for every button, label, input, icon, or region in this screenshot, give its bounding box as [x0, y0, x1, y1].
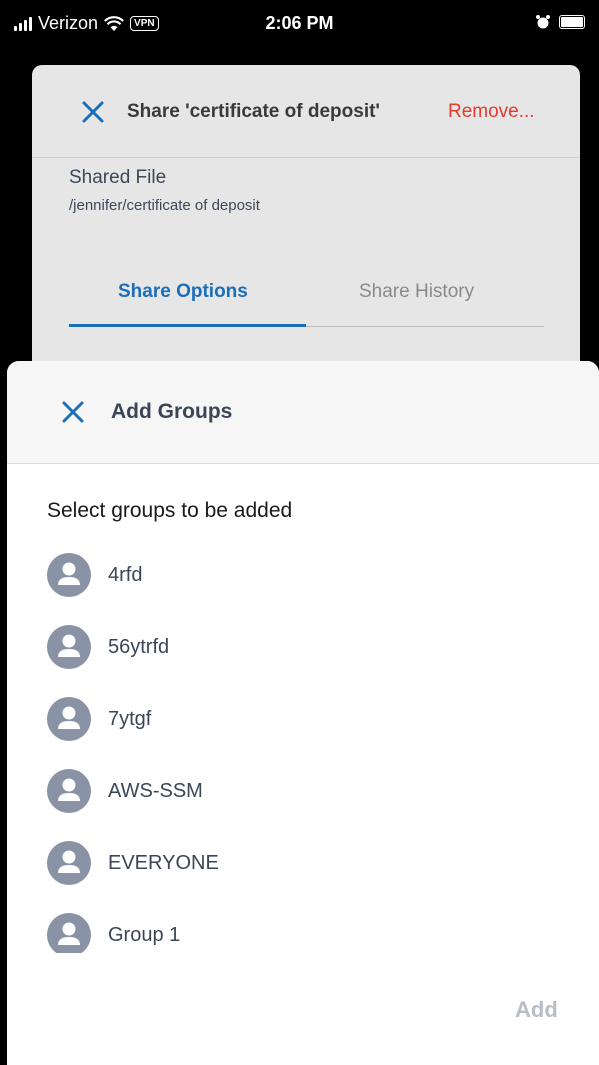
- group-item[interactable]: 56ytrfd: [47, 625, 567, 671]
- group-item[interactable]: Group 1: [47, 913, 567, 953]
- user-avatar-icon: [47, 625, 91, 669]
- group-name: Group 1: [108, 924, 181, 946]
- add-groups-header: Add Groups: [7, 361, 599, 464]
- share-tabs: Share Options Share History: [69, 271, 544, 327]
- group-item[interactable]: EVERYONE: [47, 841, 567, 887]
- remove-button[interactable]: Remove...: [448, 101, 535, 123]
- add-button[interactable]: Add: [515, 997, 558, 1023]
- user-avatar-icon: [47, 553, 91, 597]
- shared-file-path: /jennifer/certificate of deposit: [69, 197, 260, 214]
- alarm-icon: [536, 15, 550, 29]
- status-right: [535, 14, 585, 30]
- group-item[interactable]: 4rfd: [47, 553, 567, 599]
- share-dialog-header: Share 'certificate of deposit' Remove...: [32, 65, 580, 158]
- group-list: 4rfd 56ytrfd 7ytgf AWS-SSM EVERYONE Grou…: [47, 553, 567, 953]
- group-name: AWS-SSM: [108, 780, 203, 802]
- select-groups-prompt: Select groups to be added: [47, 499, 293, 522]
- group-name: EVERYONE: [108, 852, 219, 874]
- group-item[interactable]: 7ytgf: [47, 697, 567, 743]
- user-avatar-icon: [47, 697, 91, 741]
- status-time: 2:06 PM: [265, 13, 334, 33]
- close-icon[interactable]: [80, 99, 106, 125]
- group-name: 7ytgf: [108, 708, 152, 730]
- group-name: 56ytrfd: [108, 636, 170, 658]
- user-avatar-icon: [47, 913, 91, 953]
- group-name: 4rfd: [108, 564, 143, 586]
- share-dialog-title: Share 'certificate of deposit': [127, 101, 380, 122]
- add-groups-sheet: Add Groups Select groups to be added 4rf…: [7, 361, 599, 1065]
- user-avatar-icon: [47, 841, 91, 885]
- active-tab-indicator: [69, 324, 306, 327]
- tab-share-options[interactable]: Share Options: [118, 281, 248, 303]
- group-item[interactable]: AWS-SSM: [47, 769, 567, 815]
- add-groups-title: Add Groups: [111, 400, 233, 423]
- user-avatar-icon: [47, 769, 91, 813]
- close-icon[interactable]: [60, 399, 86, 425]
- shared-file-label: Shared File: [69, 167, 167, 188]
- status-bar: Verizon VPN 2:06 PM: [0, 0, 599, 44]
- tab-share-history[interactable]: Share History: [359, 281, 474, 303]
- share-dialog: Share 'certificate of deposit' Remove...…: [32, 65, 580, 385]
- battery-icon: [559, 15, 585, 29]
